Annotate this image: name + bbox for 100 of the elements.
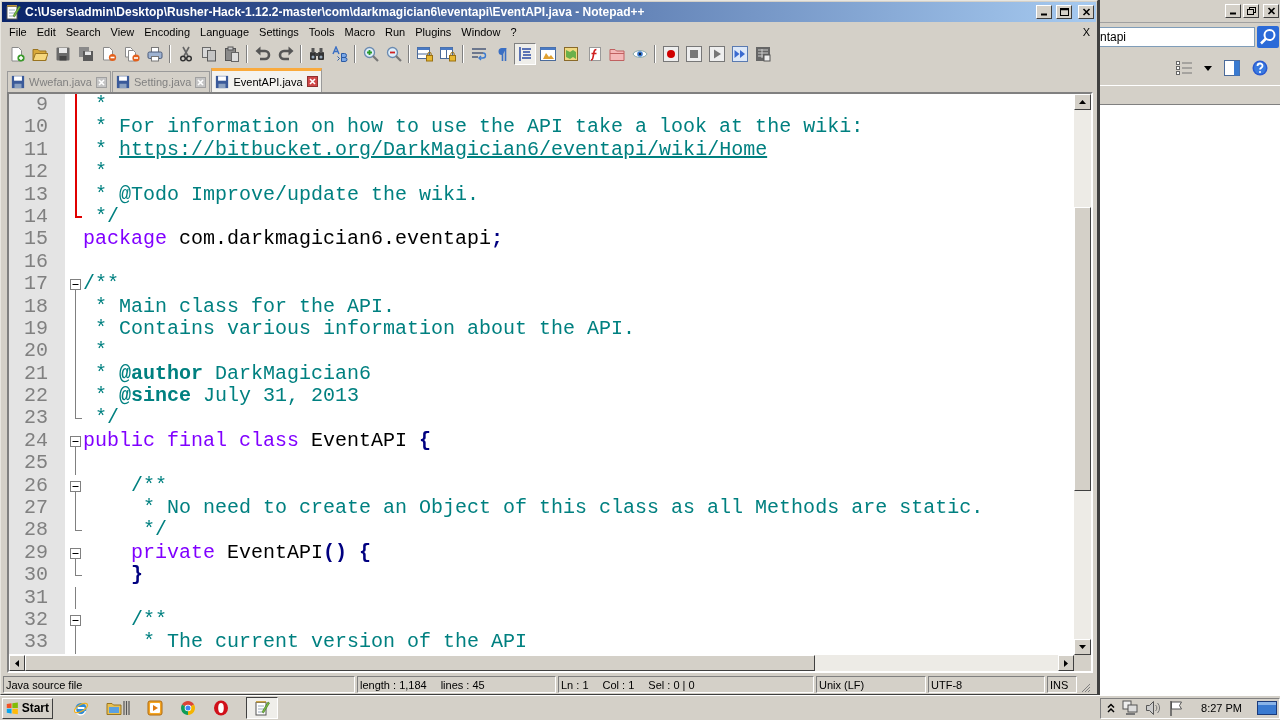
page-minus-icon[interactable] (100, 46, 117, 62)
view-list-icon[interactable] (1176, 61, 1192, 75)
search-icon[interactable] (1257, 26, 1279, 48)
start-button[interactable]: Start (2, 697, 53, 719)
speaker-icon[interactable] (1145, 700, 1162, 716)
line-number: 14 (9, 205, 65, 229)
code-editor[interactable] (7, 92, 1093, 673)
close-icon (1081, 8, 1091, 16)
menu-item[interactable]: Edit (31, 24, 61, 40)
menu-item[interactable]: ? (505, 24, 522, 40)
menu-item[interactable]: Plugins (410, 24, 457, 40)
chevron-up-icon[interactable] (1107, 703, 1116, 713)
collapse-icon[interactable] (70, 615, 81, 626)
printer-icon[interactable] (146, 46, 163, 62)
close-button[interactable]: X (1076, 24, 1096, 40)
pages-icon[interactable] (200, 46, 217, 62)
help-icon[interactable] (1252, 60, 1268, 76)
scrollbar-corner (1074, 655, 1091, 671)
code-line: * No need to create an Object of this class as all Methods are static. (143, 497, 984, 520)
code-line: public final class EventAPI { (83, 429, 432, 453)
fast-forward-icon[interactable] (731, 46, 748, 62)
menu-item[interactable]: Language (195, 24, 255, 40)
notepad-icon[interactable] (246, 697, 278, 719)
code-line: * @since July 31, 2013 (95, 385, 360, 408)
menu-item[interactable]: Macro (339, 24, 381, 40)
maximize-button[interactable] (1056, 5, 1072, 19)
menu-item[interactable]: View (105, 24, 140, 40)
scroll-right-button[interactable] (1058, 655, 1074, 671)
clock[interactable]: 8:27 PM (1201, 702, 1242, 714)
window-lock-icon[interactable] (416, 46, 433, 62)
record-icon[interactable] (662, 46, 679, 62)
menu-item[interactable]: Search (60, 24, 106, 40)
letter-e-icon[interactable] (73, 700, 89, 716)
scrollbar-thumb[interactable] (25, 655, 815, 671)
menu-item[interactable]: Encoding (139, 24, 196, 40)
scroll-up-button[interactable] (1074, 94, 1091, 110)
flag-icon[interactable] (1168, 700, 1185, 716)
map-icon[interactable] (562, 46, 579, 62)
folder-icon[interactable] (106, 700, 130, 716)
line-number: 11 (9, 138, 65, 162)
menu-item[interactable]: Settings (254, 24, 304, 40)
replace-icon[interactable] (331, 46, 348, 62)
triangle-right-icon (1064, 659, 1068, 667)
oval-ring-icon[interactable] (213, 700, 229, 716)
restore-button[interactable] (1243, 4, 1259, 18)
code-line: /** (131, 474, 168, 498)
scroll-down-button[interactable] (1074, 639, 1091, 655)
indent-lines-icon[interactable] (513, 43, 536, 65)
close-button[interactable] (1078, 5, 1094, 19)
scissors-icon[interactable] (177, 46, 194, 62)
code-line: * (95, 161, 108, 184)
close-button[interactable] (1263, 4, 1279, 18)
minimize-button[interactable] (1225, 4, 1241, 18)
search-field[interactable]: ntapi (1100, 27, 1255, 47)
code-line: * The current version of the API (143, 631, 528, 654)
resize-grip-icon[interactable] (1079, 681, 1091, 693)
menu-item[interactable]: Window (456, 24, 506, 40)
pages-minus-icon[interactable] (123, 46, 140, 62)
status-text: lines : 45 (440, 678, 485, 691)
magnifier-minus-icon[interactable] (385, 46, 402, 62)
undo-icon[interactable] (254, 46, 271, 62)
page-plus-icon[interactable] (8, 46, 25, 62)
code-line: /** (83, 273, 119, 296)
network-icon[interactable] (1122, 700, 1139, 716)
status-text: Java source file (6, 678, 83, 691)
collapse-icon[interactable] (70, 547, 81, 559)
menu-item[interactable]: Tools (303, 24, 340, 40)
macro-list-icon[interactable] (754, 46, 771, 62)
window-picture-icon[interactable] (539, 46, 556, 62)
close-icon[interactable] (306, 76, 318, 87)
stop-icon[interactable] (685, 46, 702, 62)
line-number: 22 (9, 385, 65, 408)
menu-item[interactable]: Run (380, 24, 411, 40)
preview-pane-icon[interactable] (1224, 60, 1240, 76)
folder-icon[interactable] (31, 46, 48, 62)
magnifier-plus-icon[interactable] (362, 46, 379, 62)
window-flag-icon (6, 700, 19, 716)
redo-icon[interactable] (277, 46, 294, 62)
scrollbar-thumb[interactable] (1074, 206, 1091, 491)
play-icon[interactable] (147, 700, 163, 716)
caret-down-icon[interactable] (1204, 65, 1212, 71)
collapse-icon[interactable] (70, 480, 81, 492)
url-link[interactable]: https://bitbucket.org/DarkMagician6/eventapi/wiki/Home (119, 137, 768, 161)
tab[interactable]: EventAPI.java (211, 68, 322, 92)
scroll-left-button[interactable] (9, 655, 25, 671)
menu-item[interactable]: File (4, 24, 32, 40)
minimize-button[interactable] (1036, 5, 1052, 19)
play-icon[interactable] (708, 46, 725, 62)
binoculars-icon[interactable] (308, 46, 325, 62)
window-lock-icon[interactable] (439, 46, 456, 62)
collapse-icon[interactable] (70, 279, 81, 291)
floppy-disks-icon[interactable] (77, 46, 94, 62)
three-part-circle-icon[interactable] (180, 700, 196, 716)
collapse-icon[interactable] (70, 435, 81, 447)
line-number: 10 (9, 116, 65, 139)
folder-icon[interactable] (608, 46, 625, 62)
clipboard-icon[interactable] (223, 46, 240, 62)
desktop-icon[interactable] (1257, 700, 1277, 716)
wrap-lines-icon[interactable] (470, 46, 487, 62)
code-line: * (95, 340, 108, 363)
